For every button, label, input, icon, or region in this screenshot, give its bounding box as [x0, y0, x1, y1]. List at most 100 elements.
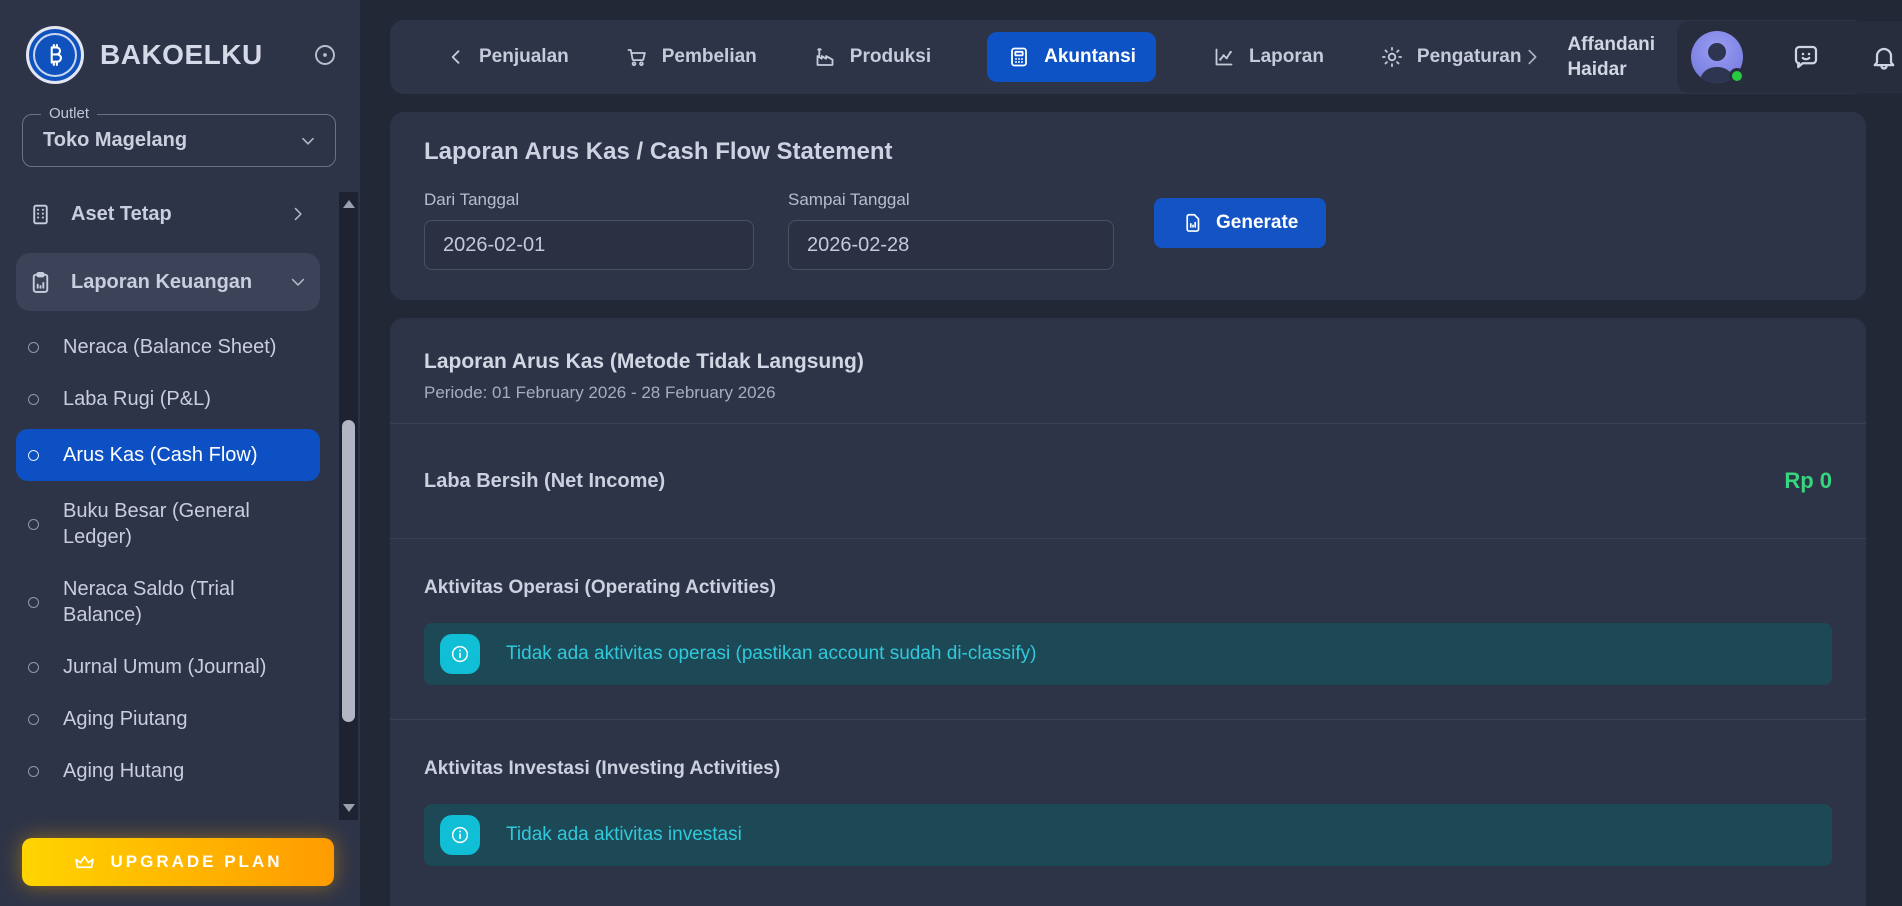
- outlet-select[interactable]: Outlet Toko Magelang: [22, 114, 336, 167]
- calculator-icon: [1007, 45, 1031, 69]
- nav-right-group: Affandani Haidar: [1521, 21, 1902, 93]
- sidebar-subitem-jurnal-umum[interactable]: Jurnal Umum (Journal): [16, 641, 320, 693]
- sidebar-subitem-label: Aging Piutang: [63, 706, 188, 732]
- chat-bubble-icon[interactable]: [1791, 42, 1821, 72]
- chevron-left-icon: [446, 47, 466, 67]
- bitcoin-logo-icon: [26, 26, 84, 84]
- sidebar-item-label: Laporan Keuangan: [71, 271, 252, 294]
- scroll-up-arrow[interactable]: [339, 194, 358, 214]
- bullet-icon: [28, 342, 39, 353]
- sidebar-subitem-laba-rugi[interactable]: Laba Rugi (P&L): [16, 373, 320, 425]
- gear-icon: [1380, 45, 1404, 69]
- bullet-icon: [28, 450, 39, 461]
- operating-activities-section: Aktivitas Operasi (Operating Activities)…: [390, 539, 1866, 719]
- nav-label: Produksi: [850, 46, 931, 68]
- sidebar-subitem-neraca-saldo[interactable]: Neraca Saldo (Trial Balance): [16, 563, 320, 641]
- sidebar-subitem-label: Neraca Saldo (Trial Balance): [63, 576, 308, 628]
- sidebar-item-laporan-keuangan[interactable]: Laporan Keuangan: [16, 253, 320, 311]
- operating-heading: Aktivitas Operasi (Operating Activities): [424, 577, 1832, 599]
- operating-empty-message: Tidak ada aktivitas operasi (pastikan ac…: [506, 643, 1037, 665]
- factory-icon: [813, 45, 837, 69]
- generate-label: Generate: [1216, 212, 1298, 234]
- info-icon: [440, 815, 480, 855]
- circle-dot-icon[interactable]: [312, 42, 338, 68]
- outlet-label: Outlet: [41, 105, 97, 122]
- filter-card: Laporan Arus Kas / Cash Flow Statement D…: [390, 112, 1866, 300]
- bullet-icon: [28, 394, 39, 405]
- cart-icon: [625, 45, 649, 69]
- nav-item-laporan[interactable]: Laporan: [1212, 45, 1324, 69]
- sidebar-subitem-neraca[interactable]: Neraca (Balance Sheet): [16, 321, 320, 373]
- net-income-label: Laba Bersih (Net Income): [424, 470, 665, 493]
- bullet-icon: [28, 766, 39, 777]
- chevron-down-icon: [297, 130, 319, 152]
- building-icon: [28, 202, 53, 227]
- sidebar-subitem-label: Arus Kas (Cash Flow): [63, 442, 258, 468]
- sidebar-item-label: Aset Tetap: [71, 203, 172, 226]
- investing-empty-banner: Tidak ada aktivitas investasi: [424, 804, 1832, 866]
- top-navbar: Penjualan Pembelian Produksi Akuntansi: [390, 20, 1866, 94]
- user-tools: [1677, 21, 1902, 93]
- investing-activities-section: Aktivitas Investasi (Investing Activitie…: [390, 720, 1866, 900]
- report-title: Laporan Arus Kas (Metode Tidak Langsung): [424, 350, 1832, 374]
- from-date-group: Dari Tanggal: [424, 190, 754, 270]
- nav-label: Penjualan: [479, 46, 569, 68]
- nav-item-pengaturan[interactable]: Pengaturan: [1380, 45, 1522, 69]
- sidebar-subitem-buku-besar[interactable]: Buku Besar (General Ledger): [16, 485, 320, 563]
- sidebar-subitem-aging-hutang[interactable]: Aging Hutang: [16, 745, 320, 797]
- sidebar-subitem-aging-piutang[interactable]: Aging Piutang: [16, 693, 320, 745]
- sidebar-subitem-arus-kas[interactable]: Arus Kas (Cash Flow): [16, 429, 320, 481]
- online-status-dot: [1729, 68, 1745, 84]
- nav-items: Penjualan Pembelian Produksi Akuntansi: [446, 32, 1521, 82]
- main-area: Penjualan Pembelian Produksi Akuntansi: [360, 0, 1902, 906]
- sidebar-subitem-label: Aging Hutang: [63, 758, 184, 784]
- nav-label: Akuntansi: [1044, 46, 1136, 68]
- investing-heading: Aktivitas Investasi (Investing Activitie…: [424, 758, 1832, 780]
- generate-button[interactable]: Generate: [1154, 198, 1326, 248]
- bell-icon[interactable]: [1869, 42, 1899, 72]
- brand-header: BAKOELKU: [0, 0, 360, 84]
- from-date-label: Dari Tanggal: [424, 190, 754, 210]
- operating-empty-banner: Tidak ada aktivitas operasi (pastikan ac…: [424, 623, 1832, 685]
- sidebar-scrollbar[interactable]: [339, 192, 358, 820]
- nav-label: Laporan: [1249, 46, 1324, 68]
- chevron-right-icon: [288, 204, 308, 224]
- net-income-row: Laba Bersih (Net Income) Rp 0: [390, 424, 1866, 538]
- report-header: Laporan Arus Kas (Metode Tidak Langsung)…: [390, 318, 1866, 423]
- nav-item-penjualan[interactable]: Penjualan: [446, 46, 569, 68]
- nav-item-pembelian[interactable]: Pembelian: [625, 45, 757, 69]
- bullet-icon: [28, 519, 39, 530]
- chevron-down-icon: [288, 272, 308, 292]
- net-income-value: Rp 0: [1784, 468, 1832, 494]
- to-date-input[interactable]: [788, 220, 1114, 270]
- avatar[interactable]: [1691, 31, 1743, 83]
- upgrade-plan-button[interactable]: UPGRADE PLAN: [22, 838, 334, 886]
- to-date-group: Sampai Tanggal: [788, 190, 1114, 270]
- brand-name: BAKOELKU: [100, 39, 263, 71]
- from-date-input[interactable]: [424, 220, 754, 270]
- user-name: Affandani Haidar: [1567, 32, 1655, 82]
- sidebar-subitem-label: Buku Besar (General Ledger): [63, 498, 308, 550]
- info-icon: [440, 634, 480, 674]
- chevron-right-icon[interactable]: [1521, 46, 1543, 68]
- file-chart-icon: [1182, 212, 1204, 234]
- report-periode: Periode: 01 February 2026 - 28 February …: [424, 383, 1832, 403]
- sidebar-subitem-label: Jurnal Umum (Journal): [63, 654, 266, 680]
- outlet-value: Toko Magelang: [23, 115, 335, 165]
- sidebar-menu: Aset Tetap Laporan Keuangan Neraca (Bala…: [16, 187, 320, 797]
- line-chart-icon: [1212, 45, 1236, 69]
- nav-item-akuntansi[interactable]: Akuntansi: [987, 32, 1156, 82]
- investing-empty-message: Tidak ada aktivitas investasi: [506, 824, 742, 846]
- bullet-icon: [28, 597, 39, 608]
- cash-flow-report-card: Laporan Arus Kas (Metode Tidak Langsung)…: [390, 318, 1866, 906]
- nav-item-produksi[interactable]: Produksi: [813, 45, 931, 69]
- nav-label: Pengaturan: [1417, 46, 1522, 68]
- clipboard-chart-icon: [28, 270, 53, 295]
- scrollbar-thumb[interactable]: [342, 420, 355, 722]
- scroll-down-arrow[interactable]: [339, 798, 358, 818]
- bullet-icon: [28, 714, 39, 725]
- bullet-icon: [28, 662, 39, 673]
- sidebar-item-aset-tetap[interactable]: Aset Tetap: [16, 187, 320, 241]
- filter-row: Dari Tanggal Sampai Tanggal Generate: [424, 190, 1832, 270]
- sidebar-subitem-label: Laba Rugi (P&L): [63, 386, 211, 412]
